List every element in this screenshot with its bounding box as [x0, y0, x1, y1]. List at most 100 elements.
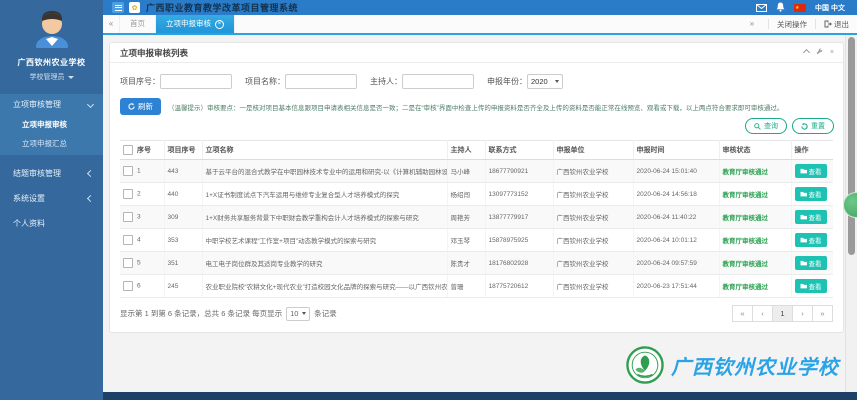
sidebar-item-project-review-mgmt[interactable]: 立项审核管理 [0, 94, 103, 115]
cell-phone: 13877779917 [485, 206, 553, 229]
row-checkbox[interactable] [123, 281, 133, 291]
close-panel-icon[interactable]: × [830, 49, 834, 56]
refresh-button[interactable]: 刷新 [120, 98, 161, 115]
view-button[interactable]: 查看 [795, 164, 827, 178]
tabs-scroll-right-icon[interactable]: » [744, 15, 760, 33]
column-header: 联系方式 [485, 141, 553, 160]
column-header: 申报单位 [553, 141, 633, 160]
records-summary: 显示第 1 到第 6 条记录，总共 6 条记录 每页显示 [120, 308, 282, 319]
cell-row-no: 3 [120, 206, 164, 229]
caret-down-icon [302, 312, 306, 315]
pagination: « ‹ 1 › » [733, 305, 833, 322]
tab-close-icon[interactable]: × [215, 20, 224, 29]
tabs-scroll-left-icon[interactable]: « [103, 15, 120, 33]
row-checkbox[interactable] [123, 235, 133, 245]
caret-down-icon [68, 76, 74, 79]
scrollbar-thumb[interactable] [848, 37, 855, 255]
cell-leader: 马小峰 [447, 160, 485, 183]
view-button[interactable]: 查看 [795, 256, 827, 270]
filter-bar: 项目序号： 项目名称： 主持人： 申报年份： 2020 [120, 74, 833, 89]
content-area: 立项申报审核列表 × 项目序号： 项目名称： [103, 35, 857, 400]
app-title: 广西职业教育教学改革项目管理系统 [146, 1, 298, 14]
menu-toggle-button[interactable] [112, 2, 124, 13]
leader-input[interactable] [402, 74, 474, 89]
close-operations-button[interactable]: 关闭操作 [777, 19, 807, 30]
cell-action: 查看 [791, 206, 833, 229]
folder-icon [800, 191, 807, 197]
cell-review-status: 教育厅审核通过 [719, 252, 791, 275]
table-row: 4353中职学校艺术课程“工作室+项目”动态教学模式的探索与研究邓玉琴15878… [120, 229, 833, 252]
chevron-down-icon [87, 101, 94, 108]
tab-home[interactable]: 首页 [120, 15, 156, 33]
mail-icon[interactable] [756, 0, 767, 17]
view-button[interactable]: 查看 [795, 233, 827, 247]
bell-icon[interactable] [776, 0, 785, 17]
sidebar-menu: 立项审核管理 立项申报审核 立项申报汇总 结题审核管理 系统设置 个人资料 [0, 94, 103, 234]
logout-icon [824, 20, 832, 28]
cell-phone: 13097773152 [485, 183, 553, 206]
table-header-row: 序号项目序号立项名称主持人联系方式申报单位申报时间审核状态操作 [120, 141, 833, 160]
page-first-button[interactable]: « [732, 305, 753, 322]
page-size-select[interactable]: 10 [286, 307, 310, 321]
panel-title: 立项申报审核列表 [110, 47, 188, 59]
cell-apply-time: 2020-06-23 17:51:44 [633, 275, 719, 298]
year-select[interactable]: 2020 [527, 74, 563, 89]
sidebar-item-profile[interactable]: 个人资料 [0, 213, 103, 234]
project-no-input[interactable] [160, 74, 232, 89]
logout-button[interactable]: 退出 [824, 19, 849, 30]
sidebar-item-application-summary[interactable]: 立项申报汇总 [0, 134, 103, 153]
page-last-button[interactable]: » [812, 305, 833, 322]
column-header: 项目序号 [164, 141, 202, 160]
cell-leader: 周艳芳 [447, 206, 485, 229]
cell-review-status: 教育厅审核通过 [719, 160, 791, 183]
cell-project-title: 1+X财务共享服务背景下中职财会教学重构会计人才培养模式的探索与研究 [202, 206, 447, 229]
column-header: 操作 [791, 141, 833, 160]
row-checkbox[interactable] [123, 166, 133, 176]
cell-organization: 广西钦州农业学校 [553, 160, 633, 183]
project-name-input[interactable] [285, 74, 357, 89]
search-reset-row: 查询 重置 [110, 118, 834, 134]
cell-apply-time: 2020-06-24 15:01:40 [633, 160, 719, 183]
collapse-panel-icon[interactable] [804, 49, 809, 56]
column-header: 主持人 [447, 141, 485, 160]
table-footer: 显示第 1 到第 6 条记录，总共 6 条记录 每页显示 10 条记录 « ‹ … [120, 305, 833, 332]
view-button[interactable]: 查看 [795, 279, 827, 293]
page-next-button[interactable]: › [792, 305, 813, 322]
search-button[interactable]: 查询 [745, 118, 787, 134]
language-switcher[interactable]: 中国 中文 [815, 3, 845, 13]
column-header: 立项名称 [202, 141, 447, 160]
table-body: 1443基于云平台的混合式教学在中职园林技术专业中的运用和研究-以《计算机辅助园… [120, 160, 833, 298]
cell-phone: 18775720612 [485, 275, 553, 298]
cell-review-status: 教育厅审核通过 [719, 229, 791, 252]
leader-label: 主持人： [370, 76, 402, 87]
year-label: 申报年份： [487, 76, 527, 87]
folder-icon [800, 168, 807, 174]
cell-project-no: 443 [164, 160, 202, 183]
folder-icon [800, 283, 807, 289]
cell-leader: 邓玉琴 [447, 229, 485, 252]
column-header: 审核状态 [719, 141, 791, 160]
row-checkbox[interactable] [123, 189, 133, 199]
column-header: 申报时间 [633, 141, 719, 160]
table-row: 1443基于云平台的混合式教学在中职园林技术专业中的运用和研究-以《计算机辅助园… [120, 160, 833, 183]
reset-button[interactable]: 重置 [792, 118, 834, 134]
cell-leader: 杨绍闯 [447, 183, 485, 206]
view-button[interactable]: 查看 [795, 187, 827, 201]
view-button[interactable]: 查看 [795, 210, 827, 224]
sidebar-item-application-review[interactable]: 立项申报审核 [0, 115, 103, 134]
role-dropdown[interactable]: 学校管理员 [0, 72, 103, 82]
table-row: 6245农业职业院校“农耕文化+现代农业”打造校园文化品牌的探索与研究——以广西… [120, 275, 833, 298]
tabbar: « 首页 立项申报审核 × » 关闭操作 退出 [103, 15, 857, 35]
page-1-button[interactable]: 1 [772, 305, 793, 322]
select-all-checkbox[interactable] [123, 145, 133, 155]
wrench-icon[interactable] [816, 48, 823, 57]
tab-application-review[interactable]: 立项申报审核 × [156, 15, 235, 33]
cell-project-title: 电工电子岗位群及其适岗专业教学的研究 [202, 252, 447, 275]
row-checkbox[interactable] [123, 212, 133, 222]
page-prev-button[interactable]: ‹ [752, 305, 773, 322]
cell-row-no: 1 [120, 160, 164, 183]
sidebar-item-conclusion-review-mgmt[interactable]: 结题审核管理 [0, 163, 103, 184]
row-checkbox[interactable] [123, 258, 133, 268]
sidebar-item-system-settings[interactable]: 系统设置 [0, 188, 103, 209]
cell-review-status: 教育厅审核通过 [719, 275, 791, 298]
